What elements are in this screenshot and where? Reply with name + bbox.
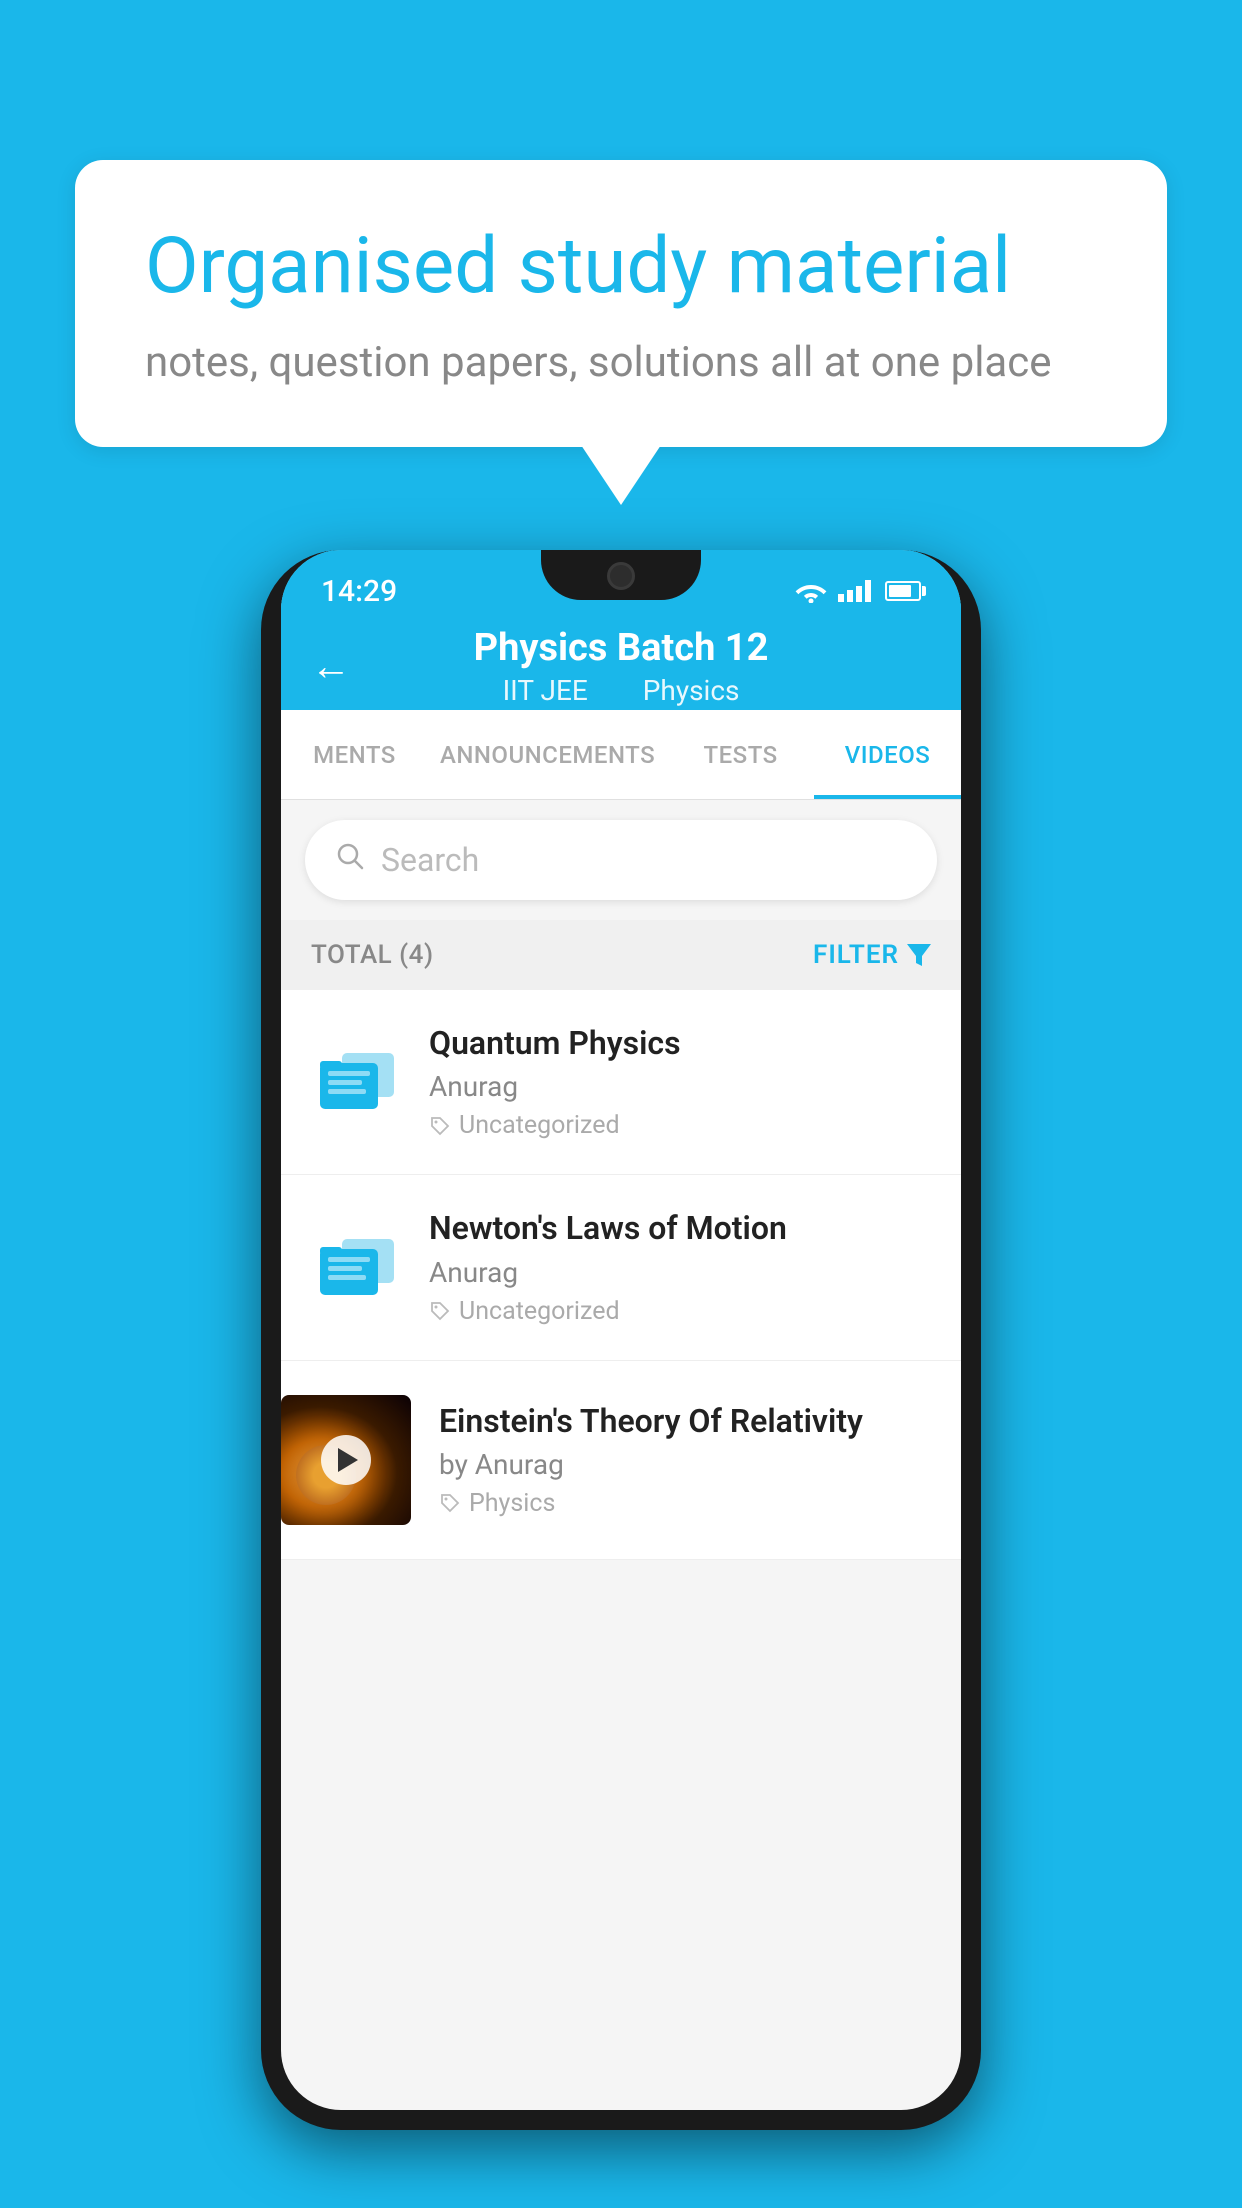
tab-ments[interactable]: MENTS (281, 710, 428, 799)
video-author: Anurag (429, 1070, 931, 1103)
play-button[interactable] (321, 1435, 371, 1485)
video-info: Einstein's Theory Of Relativity by Anura… (439, 1402, 961, 1518)
folder-icon (311, 1223, 401, 1313)
filter-button[interactable]: FILTER (813, 940, 931, 970)
tab-announcements[interactable]: ANNOUNCEMENTS (428, 710, 667, 799)
video-title: Einstein's Theory Of Relativity (439, 1402, 931, 1440)
video-info: Quantum Physics Anurag Uncategorized (429, 1024, 931, 1140)
list-item[interactable]: Newton's Laws of Motion Anurag Uncategor… (281, 1175, 961, 1360)
search-icon (335, 840, 365, 880)
video-author: Anurag (429, 1256, 931, 1289)
speech-bubble-arrow (581, 445, 661, 505)
video-title: Quantum Physics (429, 1024, 931, 1062)
video-info: Newton's Laws of Motion Anurag Uncategor… (429, 1209, 931, 1325)
speech-bubble-title: Organised study material (145, 220, 1097, 314)
video-title: Newton's Laws of Motion (429, 1209, 931, 1247)
subtitle-physics: Physics (643, 674, 740, 707)
battery-icon (885, 581, 921, 601)
video-author: by Anurag (439, 1448, 931, 1481)
tag-icon (429, 1300, 451, 1322)
filter-bar: TOTAL (4) FILTER (281, 920, 961, 990)
folder-icon (311, 1037, 401, 1127)
tag-icon (439, 1492, 461, 1514)
phone-camera (607, 562, 635, 590)
play-triangle-icon (338, 1448, 358, 1472)
folder-svg (316, 1047, 396, 1117)
list-item[interactable]: Quantum Physics Anurag Uncategorized (281, 990, 961, 1175)
folder-svg (316, 1233, 396, 1303)
phone-device: 14:29 (261, 550, 981, 2130)
video-list: Quantum Physics Anurag Uncategorized (281, 990, 961, 1560)
phone-body: 14:29 (261, 550, 981, 2130)
speech-bubble-subtitle: notes, question papers, solutions all at… (145, 338, 1097, 387)
tag-icon (429, 1115, 451, 1137)
app-bar-title: Physics Batch 12 (474, 626, 769, 670)
video-tag: Physics (439, 1489, 931, 1518)
video-tag: Uncategorized (429, 1297, 931, 1326)
speech-bubble-section: Organised study material notes, question… (75, 160, 1167, 505)
list-item[interactable]: Einstein's Theory Of Relativity by Anura… (281, 1361, 961, 1560)
search-bar[interactable]: Search (305, 820, 937, 900)
phone-screen: 14:29 (281, 550, 961, 2110)
wifi-icon (794, 579, 828, 603)
filter-icon (907, 944, 931, 966)
status-time: 14:29 (321, 574, 397, 609)
app-bar-subtitle: IIT JEE Physics (491, 674, 752, 707)
tab-videos[interactable]: VIDEOS (814, 710, 961, 799)
subtitle-iit: IIT JEE (503, 674, 588, 707)
tab-bar: MENTS ANNOUNCEMENTS TESTS VIDEOS (281, 710, 961, 800)
total-label: TOTAL (4) (311, 940, 434, 970)
signal-icon (838, 580, 871, 602)
video-thumbnail (281, 1395, 411, 1525)
search-placeholder: Search (381, 841, 479, 879)
phone-notch (541, 550, 701, 600)
status-icons (794, 579, 921, 603)
tab-tests[interactable]: TESTS (667, 710, 814, 799)
speech-bubble-card: Organised study material notes, question… (75, 160, 1167, 447)
video-tag: Uncategorized (429, 1111, 931, 1140)
back-button[interactable]: ← (311, 643, 351, 690)
